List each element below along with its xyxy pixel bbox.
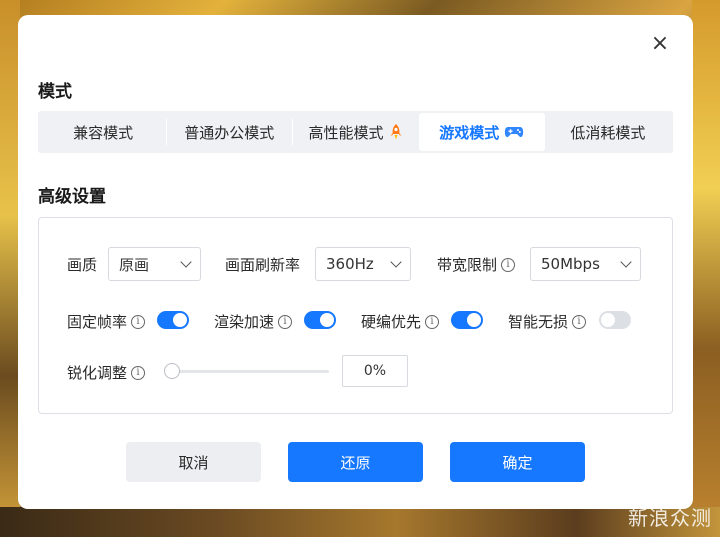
- mode-title: 模式: [38, 82, 72, 102]
- toggle-knob: [467, 313, 481, 327]
- quality-value: 原画: [119, 255, 150, 274]
- render-accel-text: 渲染加速: [214, 313, 275, 331]
- gamepad-icon: [504, 125, 524, 139]
- tab-game[interactable]: 游戏模式: [418, 113, 545, 151]
- lossless-text: 智能无损: [508, 313, 569, 331]
- chevron-down-icon: [180, 256, 192, 268]
- tab-office[interactable]: 普通办公模式: [166, 113, 292, 151]
- tab-compat[interactable]: 兼容模式: [40, 113, 166, 151]
- bandwidth-label-text: 带宽限制: [437, 256, 498, 274]
- chevron-down-icon: [390, 256, 402, 268]
- fixed-fps-label: 固定帧率 i: [67, 311, 146, 332]
- info-icon[interactable]: i: [131, 365, 146, 380]
- quality-label: 画质: [67, 256, 98, 274]
- tab-low-power[interactable]: 低消耗模式: [545, 113, 671, 151]
- tab-label: 普通办公模式: [184, 123, 275, 142]
- refresh-select[interactable]: 360Hz: [315, 247, 411, 281]
- info-icon[interactable]: i: [131, 314, 146, 329]
- background-right: [692, 0, 720, 537]
- tab-label: 游戏模式: [439, 123, 500, 142]
- info-icon[interactable]: i: [425, 314, 440, 329]
- tab-label: 兼容模式: [73, 123, 134, 142]
- sharpen-value: 0%: [363, 363, 387, 379]
- bandwidth-select[interactable]: 50Mbps: [530, 247, 641, 281]
- bandwidth-label: 带宽限制 i: [437, 254, 516, 275]
- tab-label: 低消耗模式: [570, 123, 646, 142]
- toggle-knob: [601, 313, 615, 327]
- sharpen-value-box[interactable]: 0%: [342, 355, 408, 387]
- advanced-panel: 画质 原画 画面刷新率 360Hz 带宽限制 i 50Mbps 固定帧率 i 渲…: [38, 217, 673, 414]
- fixed-fps-toggle[interactable]: [157, 311, 189, 329]
- tab-performance[interactable]: 高性能模式: [292, 113, 418, 151]
- cancel-button[interactable]: 取消: [126, 442, 261, 482]
- settings-dialog: × 模式 兼容模式 普通办公模式 高性能模式 游戏模式 低消耗模式 高级设置 画…: [18, 15, 693, 509]
- refresh-value: 360Hz: [326, 255, 374, 273]
- background-bottom: [0, 507, 720, 537]
- background-left: [0, 0, 20, 537]
- bandwidth-value: 50Mbps: [541, 255, 600, 273]
- sharpen-slider-handle[interactable]: [164, 363, 180, 379]
- confirm-button[interactable]: 确定: [450, 442, 585, 482]
- chevron-down-icon: [620, 256, 632, 268]
- close-icon[interactable]: ×: [649, 33, 671, 55]
- lossless-label: 智能无损 i: [508, 311, 587, 332]
- advanced-title: 高级设置: [38, 187, 106, 207]
- sharpen-label: 锐化调整 i: [67, 362, 146, 383]
- hw-encode-label: 硬编优先 i: [361, 311, 440, 332]
- mode-tabs: 兼容模式 普通办公模式 高性能模式 游戏模式 低消耗模式: [38, 111, 673, 153]
- sharpen-slider-track[interactable]: [169, 370, 329, 373]
- sharpen-text: 锐化调整: [67, 364, 128, 382]
- quality-select[interactable]: 原画: [108, 247, 201, 281]
- rocket-icon: [389, 123, 403, 141]
- toggle-knob: [320, 313, 334, 327]
- info-icon[interactable]: i: [501, 257, 516, 272]
- restore-button[interactable]: 还原: [288, 442, 423, 482]
- hw-encode-toggle[interactable]: [451, 311, 483, 329]
- fixed-fps-text: 固定帧率: [67, 313, 128, 331]
- hw-encode-text: 硬编优先: [361, 313, 422, 331]
- toggle-knob: [173, 313, 187, 327]
- refresh-label: 画面刷新率: [225, 256, 301, 274]
- info-icon[interactable]: i: [278, 314, 293, 329]
- render-accel-toggle[interactable]: [304, 311, 336, 329]
- tab-label: 高性能模式: [308, 123, 384, 142]
- info-icon[interactable]: i: [572, 314, 587, 329]
- render-accel-label: 渲染加速 i: [214, 311, 293, 332]
- lossless-toggle[interactable]: [599, 311, 631, 329]
